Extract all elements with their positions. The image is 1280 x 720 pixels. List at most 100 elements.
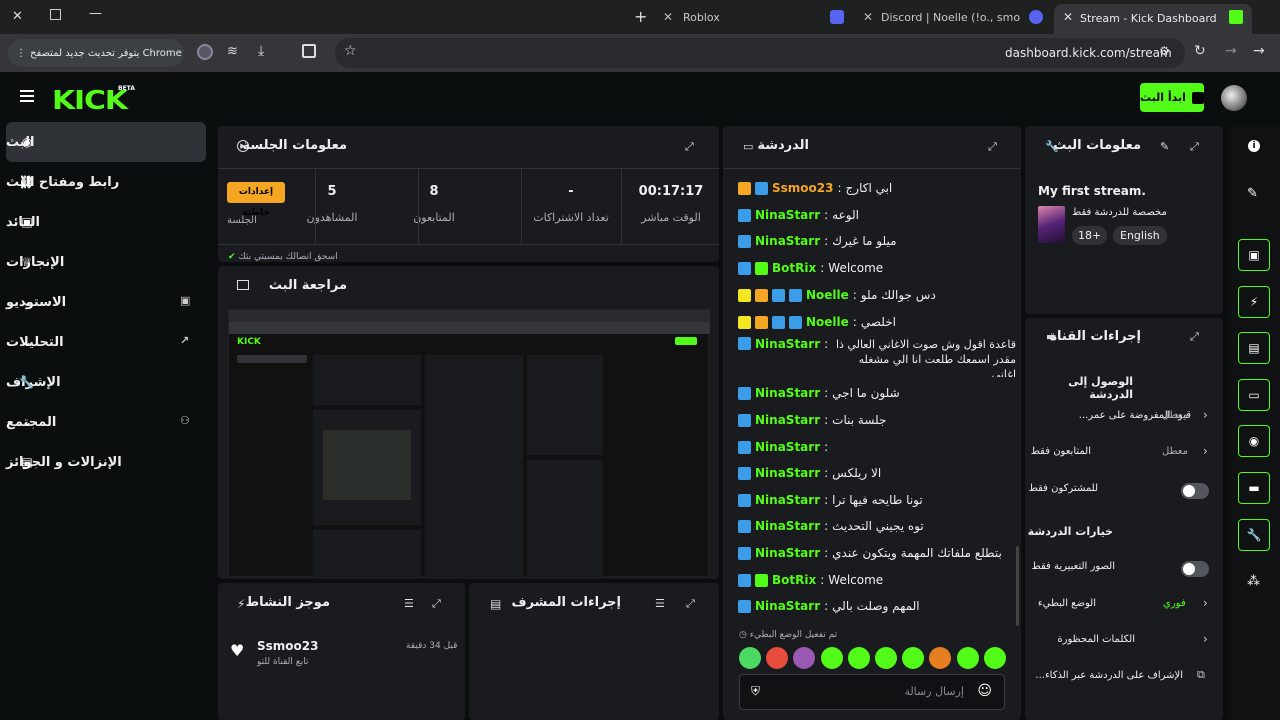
new-tab-icon[interactable]: + [634, 7, 647, 26]
profile-icon[interactable] [197, 44, 213, 60]
emote-icon[interactable] [820, 647, 843, 669]
sidebar-item-studio[interactable]: ⌄ الاستوديو ▣ [6, 282, 206, 322]
chat-username[interactable]: Noelle [806, 315, 849, 329]
sidebar-item-drops[interactable]: ▤ الإنزالات و الجوائز [6, 442, 206, 482]
chat-username[interactable]: BotRix [772, 573, 816, 587]
chat-username[interactable]: NinaStarr [755, 466, 820, 480]
session-settings-button[interactable]: إعدادات خاطئة [227, 182, 285, 218]
chat-message[interactable]: BotRix: Welcome [738, 568, 1016, 592]
rail-activity-button[interactable]: ⚡ [1238, 286, 1270, 318]
shield-icon[interactable]: ⛨ [751, 684, 760, 699]
close-tab-icon[interactable]: ✕ [663, 10, 673, 24]
sidebar-item-revenue[interactable]: ▣ العائد [6, 202, 206, 242]
tab-discord[interactable]: ✕ Discord | Noelle (!o., smo [830, 0, 1020, 34]
apps-icon[interactable]: ⁂ [1247, 574, 1260, 589]
tab-roblox[interactable]: ✕ Roblox [663, 0, 720, 34]
emote-icon[interactable] [875, 647, 897, 669]
rail-stream-info-button[interactable]: 🔧 [1238, 519, 1270, 551]
sidebar-item-stream[interactable]: ◉ البث [6, 122, 206, 162]
expand-icon[interactable]: ⤢ [432, 597, 441, 611]
bookmark-star-icon[interactable]: ☆ [344, 43, 357, 59]
slow-mode-row[interactable]: الوضع البطيء فوري › [1025, 590, 1223, 622]
emoji-icon[interactable]: ☺ [977, 683, 992, 699]
chat-message[interactable]: NinaStarr: ميلو ما غيرك [738, 229, 1016, 253]
filter-icon[interactable]: ☰ [404, 597, 414, 610]
emote-icon[interactable] [956, 647, 979, 669]
rail-chat-button[interactable]: ▭ [1238, 379, 1270, 411]
expand-icon[interactable]: ⤢ [685, 140, 694, 154]
chat-username[interactable]: Noelle [806, 288, 849, 302]
sidebar-item-achievements[interactable]: ♕ الإنجازات [6, 242, 206, 282]
sidebar-item-analytics[interactable]: ⌄ التحليلات ↗ [6, 322, 206, 362]
edit-icon[interactable]: ✎ [1160, 140, 1169, 153]
chat-username[interactable]: NinaStarr [755, 546, 820, 560]
chat-message[interactable]: NinaStarr: تونا طايحه فيها ترا [738, 488, 1016, 512]
sidebar-item-stream-key[interactable]: ⛓ رابط ومفتاح البث [6, 162, 206, 202]
expand-icon[interactable]: ⤢ [1190, 330, 1199, 344]
chat-username[interactable]: NinaStarr [755, 413, 820, 427]
avatar[interactable] [1221, 85, 1247, 111]
chat-message[interactable]: NinaStarr: الوعه [738, 203, 1016, 227]
chat-username[interactable]: Ssmoo23 [772, 181, 833, 195]
chat-scrollbar[interactable] [1016, 546, 1019, 626]
reload-icon[interactable]: ↻ [1194, 43, 1206, 59]
edit-icon[interactable]: ✎ [1247, 186, 1258, 201]
sidebar-item-community[interactable]: ⌄ المجتمع ⚇ [6, 402, 206, 442]
rail-session-button[interactable]: ◉ [1238, 425, 1270, 457]
chat-username[interactable]: NinaStarr [755, 234, 820, 248]
chat-username[interactable]: NinaStarr [755, 440, 820, 454]
sidebar-item-moderation[interactable]: 🔧 الإشراف [6, 362, 206, 402]
media-icon[interactable]: ≋ [227, 44, 238, 59]
chat-message[interactable]: NinaStarr: المهم وصلت بالي [738, 594, 1016, 618]
chat-username[interactable]: NinaStarr [755, 208, 820, 222]
tab-kick-dashboard[interactable]: ✕ Stream - Kick Dashboard [1054, 4, 1252, 34]
chat-username[interactable]: NinaStarr [755, 337, 820, 351]
close-window-icon[interactable]: ✕ [12, 9, 23, 24]
chat-username[interactable]: NinaStarr [755, 599, 820, 613]
chat-message[interactable]: NinaStarr: بتطلع ملفاتك المهمة ويتكون عند… [738, 541, 1016, 565]
chat-message[interactable]: NinaStarr: توه يجيني التحديث [738, 514, 1016, 538]
expand-icon[interactable]: ⤢ [1190, 140, 1199, 154]
emotes-only-toggle[interactable] [1181, 561, 1209, 577]
chat-message[interactable]: Noelle: اخلصي [738, 310, 1016, 334]
close-tab-icon[interactable]: ✕ [1063, 10, 1073, 24]
ai-moderation-row[interactable]: الإشراف على الدردشة عبر الذكاء... ⧉ [1025, 662, 1223, 694]
go-live-button[interactable]: ابدأ البث [1140, 83, 1204, 112]
filter-icon[interactable]: ☰ [655, 597, 665, 610]
chat-username[interactable]: NinaStarr [755, 386, 820, 400]
info-icon[interactable]: i [1248, 140, 1260, 152]
subscribers-only-toggle[interactable] [1181, 483, 1209, 499]
chat-message[interactable]: NinaStarr: [738, 435, 1016, 459]
activity-user[interactable]: Ssmoo23 [257, 639, 318, 653]
restore-window-icon[interactable] [50, 9, 61, 20]
menu-icon[interactable] [20, 90, 34, 92]
emote-icon[interactable] [983, 647, 1006, 669]
kick-logo[interactable]: KICK [52, 86, 128, 116]
chat-message[interactable]: BotRix: Welcome [738, 256, 1016, 280]
chat-username[interactable]: NinaStarr [755, 493, 820, 507]
rail-mod-actions-button[interactable]: ▤ [1238, 332, 1270, 364]
chat-input[interactable]: ⛨ إرسال رسالة ☺ [739, 674, 1005, 710]
extensions-icon[interactable] [302, 44, 316, 58]
back-icon[interactable]: → [1253, 43, 1265, 59]
chat-message[interactable]: NinaStarr: شلون ما اجي [738, 381, 1016, 405]
chat-username[interactable]: BotRix [772, 261, 816, 275]
expand-icon[interactable]: ⤢ [686, 597, 695, 611]
forward-icon[interactable]: → [1225, 43, 1237, 59]
chat-message[interactable]: Ssmoo23: ابي اكارج [738, 176, 1016, 200]
minimize-window-icon[interactable]: — [89, 6, 102, 21]
chat-message[interactable]: Noelle: دس جوالك ملو [738, 283, 1016, 307]
chat-message[interactable]: NinaStarr: قاعدة اقول وش صوت الاغاني العا… [738, 337, 1016, 377]
chat-username[interactable]: NinaStarr [755, 519, 820, 533]
age-restriction-row[interactable]: قيود المفروضة على عمر... معطل › [1025, 402, 1223, 434]
rail-preview-button[interactable]: ▣ [1238, 239, 1270, 271]
download-icon[interactable]: ⤓ [258, 43, 264, 59]
chrome-update-notice[interactable]: ⋮ يتوفر تحديث جديد لمتصفح Chrome [8, 39, 184, 67]
chat-message[interactable]: NinaStarr: جلسة بنات [738, 408, 1016, 432]
followers-only-row[interactable]: المتابعون فقط معطل › [1025, 438, 1223, 470]
expand-icon[interactable]: ⤢ [988, 140, 997, 154]
chat-message[interactable]: NinaStarr: الا ريلكس [738, 461, 1016, 485]
emote-icon[interactable] [847, 647, 870, 669]
rail-channel-actions-button[interactable]: ▬ [1238, 472, 1270, 504]
banned-words-row[interactable]: الكلمات المحظورة › [1025, 626, 1223, 658]
